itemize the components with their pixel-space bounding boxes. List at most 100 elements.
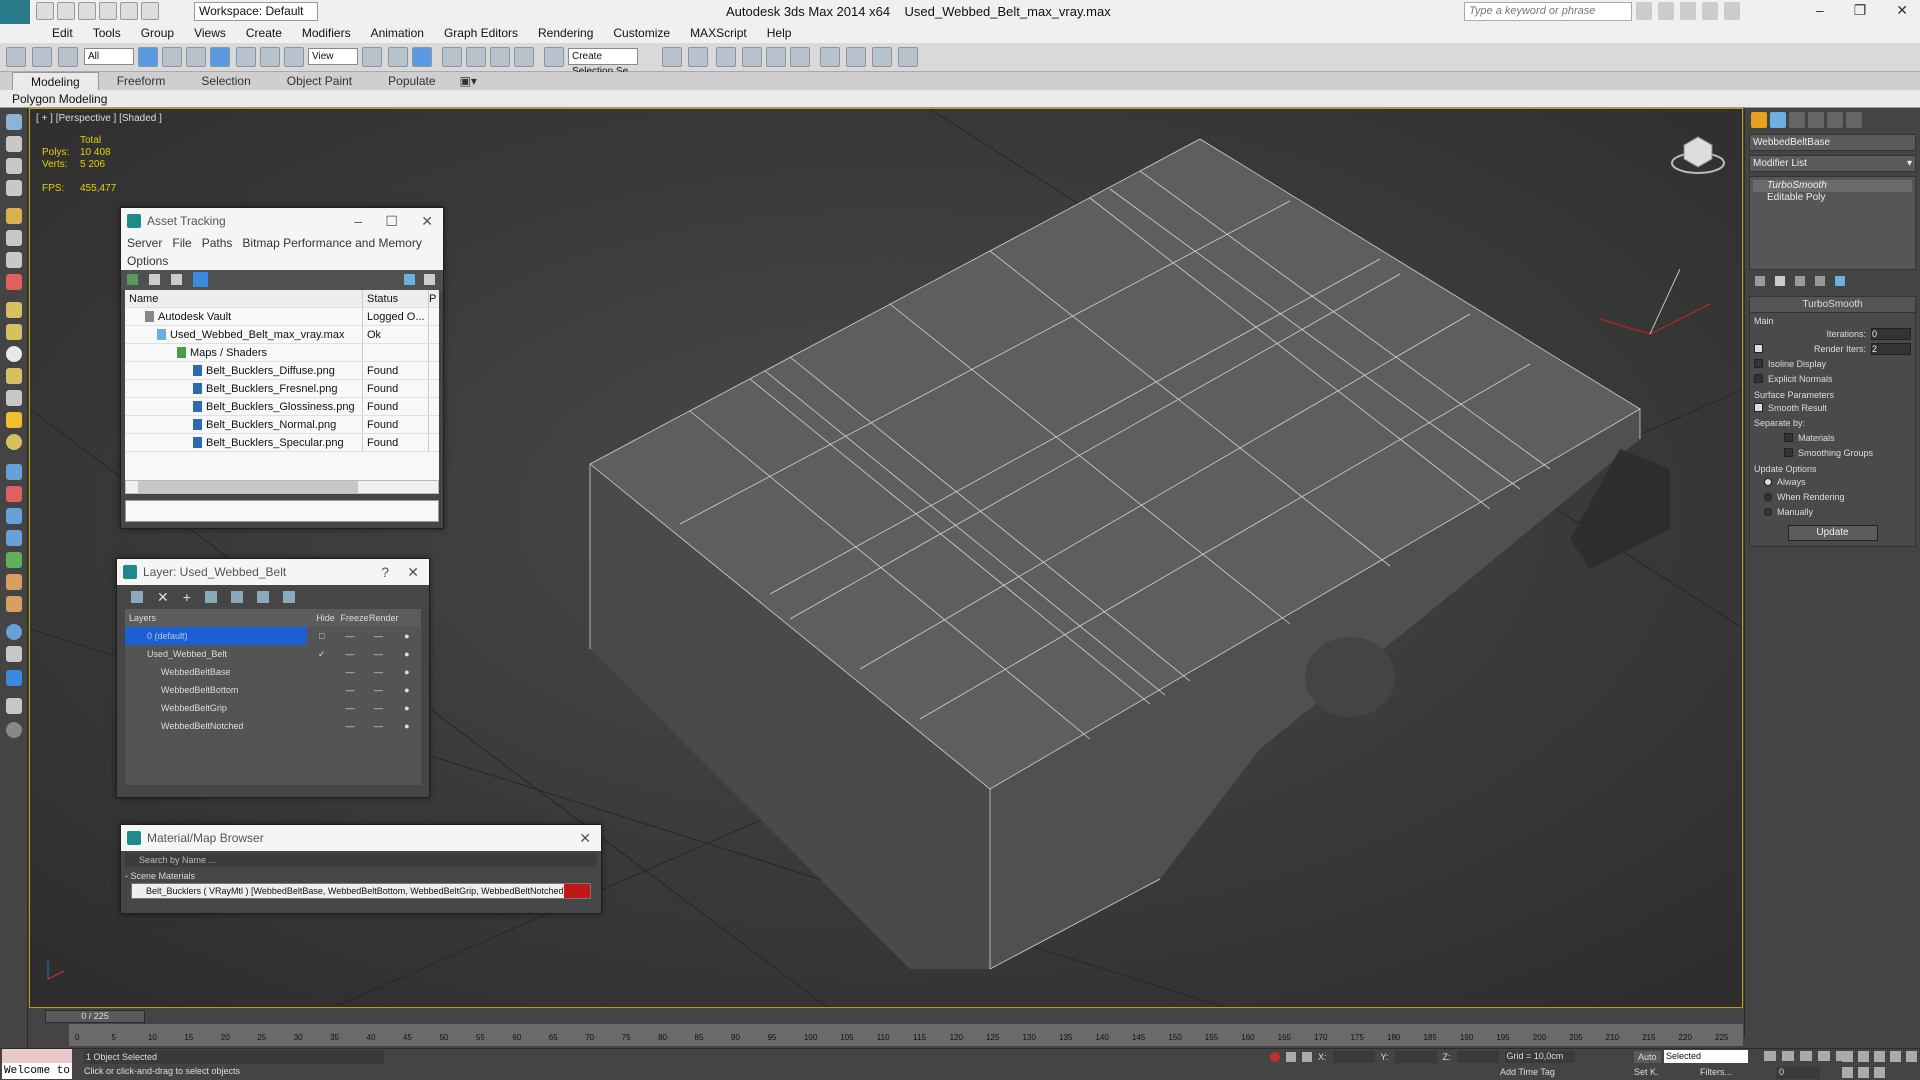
bind-space-warp-icon[interactable] [58,47,78,67]
manually-radio[interactable] [1764,507,1772,516]
table-view-icon[interactable] [193,272,208,287]
link-icon[interactable] [6,47,26,67]
scale-icon[interactable] [284,47,304,67]
table-row[interactable]: Belt_Bucklers_Specular.png Found [125,434,439,452]
light-icon[interactable] [6,412,22,428]
tool-icon-13[interactable] [6,390,22,406]
stack-item-turbosmooth[interactable]: TurboSmooth [1753,180,1912,192]
isolate-icon[interactable] [1270,1052,1280,1062]
tab-modeling[interactable]: Modeling [12,72,99,90]
named-selection-dropdown[interactable]: Create Selection Se [568,48,638,77]
tool-icon-21[interactable] [6,574,22,590]
materials-checkbox[interactable] [1784,433,1793,442]
minimize-icon[interactable]: – [1816,2,1824,19]
menu-modifiers[interactable]: Modifiers [292,24,361,43]
menu-bitmap-performance[interactable]: Bitmap Performance and Memory [242,236,421,250]
horizontal-scrollbar[interactable] [125,480,439,494]
maxscript-listener-top[interactable] [2,1049,72,1063]
grid-view-icon[interactable] [171,274,182,285]
tool-icon-17[interactable] [6,486,22,502]
stack-item-editable-poly[interactable]: Editable Poly [1753,192,1912,204]
modifier-list-dropdown[interactable]: Modifier List ▾ [1749,155,1916,172]
viewport-label[interactable]: [ + ] [Perspective ] [Shaded ] [36,113,162,124]
pan-icon[interactable] [1842,1067,1853,1078]
workspace-dropdown[interactable]: Workspace: Default [194,2,318,21]
select-object-icon[interactable] [138,47,158,67]
highlight-layer-icon[interactable] [230,591,243,603]
current-frame-field[interactable]: 0 [1776,1067,1820,1079]
object-name-field[interactable]: WebbedBeltBase [1749,134,1916,151]
move-icon[interactable] [236,47,256,67]
menu-graph-editors[interactable]: Graph Editors [434,24,528,43]
tool-icon-8[interactable] [6,274,22,290]
maximize-icon[interactable]: ❐ [1854,2,1867,19]
open-icon[interactable] [57,2,75,20]
zoom-all-icon[interactable] [1858,1051,1869,1062]
tool-icon-16[interactable] [6,464,22,480]
angle-snap-icon[interactable] [466,47,486,67]
close-icon[interactable]: ✕ [1896,2,1908,19]
layer-row[interactable]: WebbedBeltBottom — — ● [125,681,421,699]
redo-icon[interactable] [120,2,138,20]
menu-tools[interactable]: Tools [83,24,131,43]
tool-icon-9[interactable] [6,302,22,318]
selection-filter-dropdown[interactable]: All [84,48,134,65]
tool-icon-25[interactable] [6,670,22,686]
menu-edit[interactable]: Edit [42,24,83,43]
when-rendering-radio[interactable] [1764,492,1772,501]
tool-icon-3[interactable] [6,158,22,174]
percent-snap-icon[interactable] [490,47,510,67]
menu-maxscript[interactable]: MAXScript [680,24,757,43]
tab-selection[interactable]: Selection [183,72,268,90]
absolute-mode-icon[interactable] [1302,1052,1312,1062]
field-of-view-icon[interactable] [1906,1051,1917,1062]
tool-icon-12[interactable] [6,368,22,384]
key-filters-button[interactable]: Filters... [1700,1067,1732,1077]
undo-icon[interactable] [99,2,117,20]
refresh-icon[interactable] [127,274,138,285]
save-icon[interactable] [78,2,96,20]
search-input[interactable]: Type a keyword or phrase [1464,2,1632,21]
layer-row[interactable]: 0 (default) □ — — ● [125,627,421,645]
column-p[interactable]: P [429,290,439,307]
menu-views[interactable]: Views [184,24,236,43]
freeze-all-icon[interactable] [282,591,295,603]
smooth-result-checkbox[interactable] [1754,403,1763,412]
ribbon-options-icon[interactable]: ▣▾ [454,72,483,90]
settings-icon[interactable] [424,274,435,285]
keyboard-shortcut-override-icon[interactable] [412,47,432,67]
checkmark-icon[interactable]: ✓ [307,645,335,663]
asset-tracking-window-controls-icon[interactable]: – ☐ ✕ [354,208,433,234]
reference-coordinate-dropdown[interactable]: View [308,48,358,65]
tool-icon-18[interactable] [6,508,22,524]
table-row[interactable]: Autodesk Vault Logged O... [125,308,439,326]
tool-icon-7[interactable] [6,252,22,268]
spinner-snap-icon[interactable] [514,47,534,67]
window-crossing-icon[interactable] [210,47,230,67]
render-production-icon[interactable] [898,47,918,67]
maximize-viewport-icon[interactable] [1874,1067,1885,1078]
zoom-icon[interactable] [1842,1051,1853,1062]
project-icon[interactable] [141,2,159,20]
layer-row[interactable]: WebbedBeltBase — — ● [125,663,421,681]
table-row[interactable]: Belt_Bucklers_Fresnel.png Found [125,380,439,398]
tab-object-paint[interactable]: Object Paint [269,72,370,90]
asset-path-field[interactable] [125,500,439,522]
help-circle-icon[interactable] [6,722,22,738]
zoom-extents-icon[interactable] [1874,1051,1885,1062]
go-to-start-icon[interactable] [1764,1051,1776,1061]
curve-editor-icon[interactable] [766,47,786,67]
snaps-toggle-icon[interactable] [442,47,462,67]
menu-server[interactable]: Server [127,236,162,250]
hide-all-icon[interactable] [256,591,269,603]
help-icon[interactable] [1724,2,1740,20]
rotate-icon[interactable] [260,47,280,67]
menu-options[interactable]: Options [127,254,168,268]
hierarchy-tab-icon[interactable] [1789,112,1805,128]
maxscript-mini-listener[interactable]: Welcome to [2,1063,72,1079]
close-icon[interactable]: ✕ [407,559,419,585]
table-row[interactable]: Belt_Bucklers_Normal.png Found [125,416,439,434]
play-icon[interactable] [1800,1051,1812,1061]
table-row[interactable]: Maps / Shaders [125,344,439,362]
y-field[interactable] [1394,1051,1437,1063]
